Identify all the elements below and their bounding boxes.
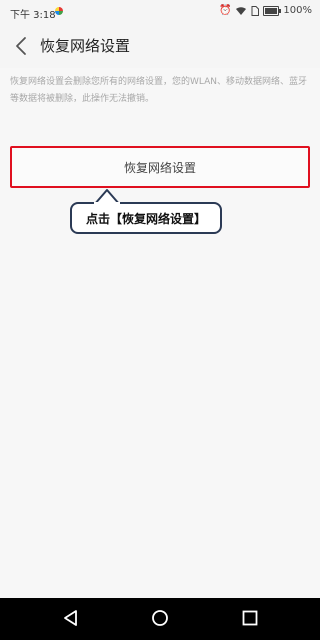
navigation-bar	[0, 598, 320, 640]
wifi-icon	[236, 7, 247, 15]
status-time: 下午 3:18	[10, 10, 56, 21]
notification-icon	[55, 7, 63, 15]
status-icons: ⏰ 100%	[219, 5, 312, 17]
title-bar: 恢复网络设置	[0, 24, 320, 68]
instruction-callout: 点击【恢复网络设置】	[70, 202, 222, 234]
recents-icon[interactable]	[241, 609, 259, 627]
back-arrow-icon[interactable]	[10, 34, 34, 58]
back-icon[interactable]	[62, 609, 80, 627]
page-title: 恢复网络设置	[40, 37, 131, 55]
reset-network-settings-button[interactable]: 恢复网络设置	[10, 146, 310, 188]
alarm-icon: ⏰	[218, 5, 232, 16]
status-bar: 下午 3:18 ⏰ 100%	[0, 0, 320, 24]
callout-text: 点击【恢复网络设置】	[85, 211, 206, 226]
battery-level: 100%	[283, 5, 312, 16]
battery-icon	[263, 6, 282, 16]
home-icon[interactable]	[151, 609, 169, 627]
description-text: 恢复网络设置会删除您所有的网络设置，您的WLAN、移动数据网络、蓝牙等数据将被删…	[10, 77, 308, 104]
sim-icon	[251, 6, 260, 16]
reset-button-label: 恢复网络设置	[123, 160, 196, 175]
callout-tail-mask	[94, 202, 120, 206]
